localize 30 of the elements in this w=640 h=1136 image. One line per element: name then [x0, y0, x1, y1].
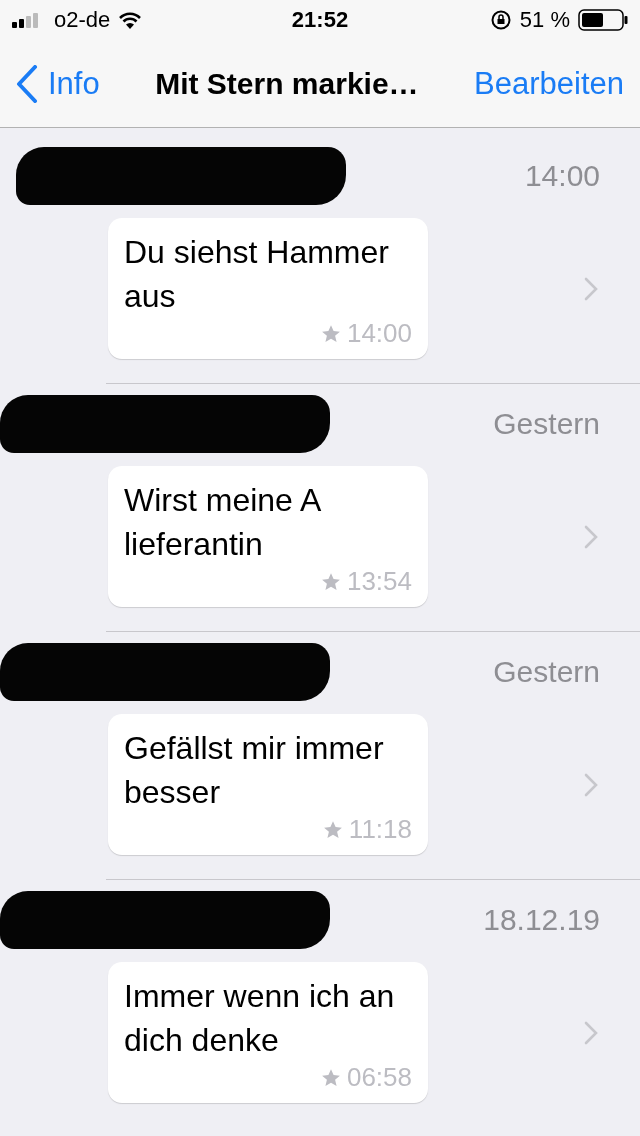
message-time: 13:54 [346, 566, 412, 597]
message-text: Immer wenn ich an dich denke [124, 977, 396, 1060]
screen-title: Mit Stern markie… [154, 66, 420, 101]
back-button[interactable]: Info [16, 64, 100, 103]
chevron-right-icon[interactable] [584, 1020, 598, 1045]
message-bubble[interactable]: Wirst meine A lieferantin 13:54 [108, 466, 428, 607]
chevron-right-icon[interactable] [584, 772, 598, 797]
status-time: 21:52 [291, 7, 349, 33]
message-date: 18.12.19 [483, 903, 600, 937]
wifi-icon [118, 11, 143, 29]
message-time: 06:58 [346, 1062, 412, 1093]
message-text: Du siehst Hammer aus [124, 233, 390, 316]
chevron-right-icon[interactable] [584, 276, 598, 301]
message-bubble[interactable]: Gefällst mir immer besser 11:18 [108, 714, 428, 855]
message-date: Gestern [493, 407, 600, 441]
message-time: 11:18 [348, 814, 412, 845]
message-date: 14:00 [524, 159, 600, 193]
message-bubble[interactable]: Immer wenn ich an dich denke 06:58 [108, 962, 428, 1103]
chevron-right-icon[interactable] [584, 524, 598, 549]
message-text: Gefällst mir immer besser [124, 729, 385, 812]
edit-button[interactable]: Bearbeiten [474, 65, 624, 102]
message-text: Wirst meine A lieferantin [124, 481, 322, 564]
message-time: 14:00 [346, 318, 412, 349]
carrier-name: o2-de [54, 7, 111, 33]
message-bubble[interactable]: Du siehst Hammer aus 14:00 [108, 218, 428, 359]
battery-percent: 51 % [519, 7, 570, 33]
message-date: Gestern [493, 655, 600, 689]
battery-icon [578, 9, 628, 31]
rotation-lock-icon [489, 9, 512, 31]
chevron-left-icon [16, 64, 38, 103]
